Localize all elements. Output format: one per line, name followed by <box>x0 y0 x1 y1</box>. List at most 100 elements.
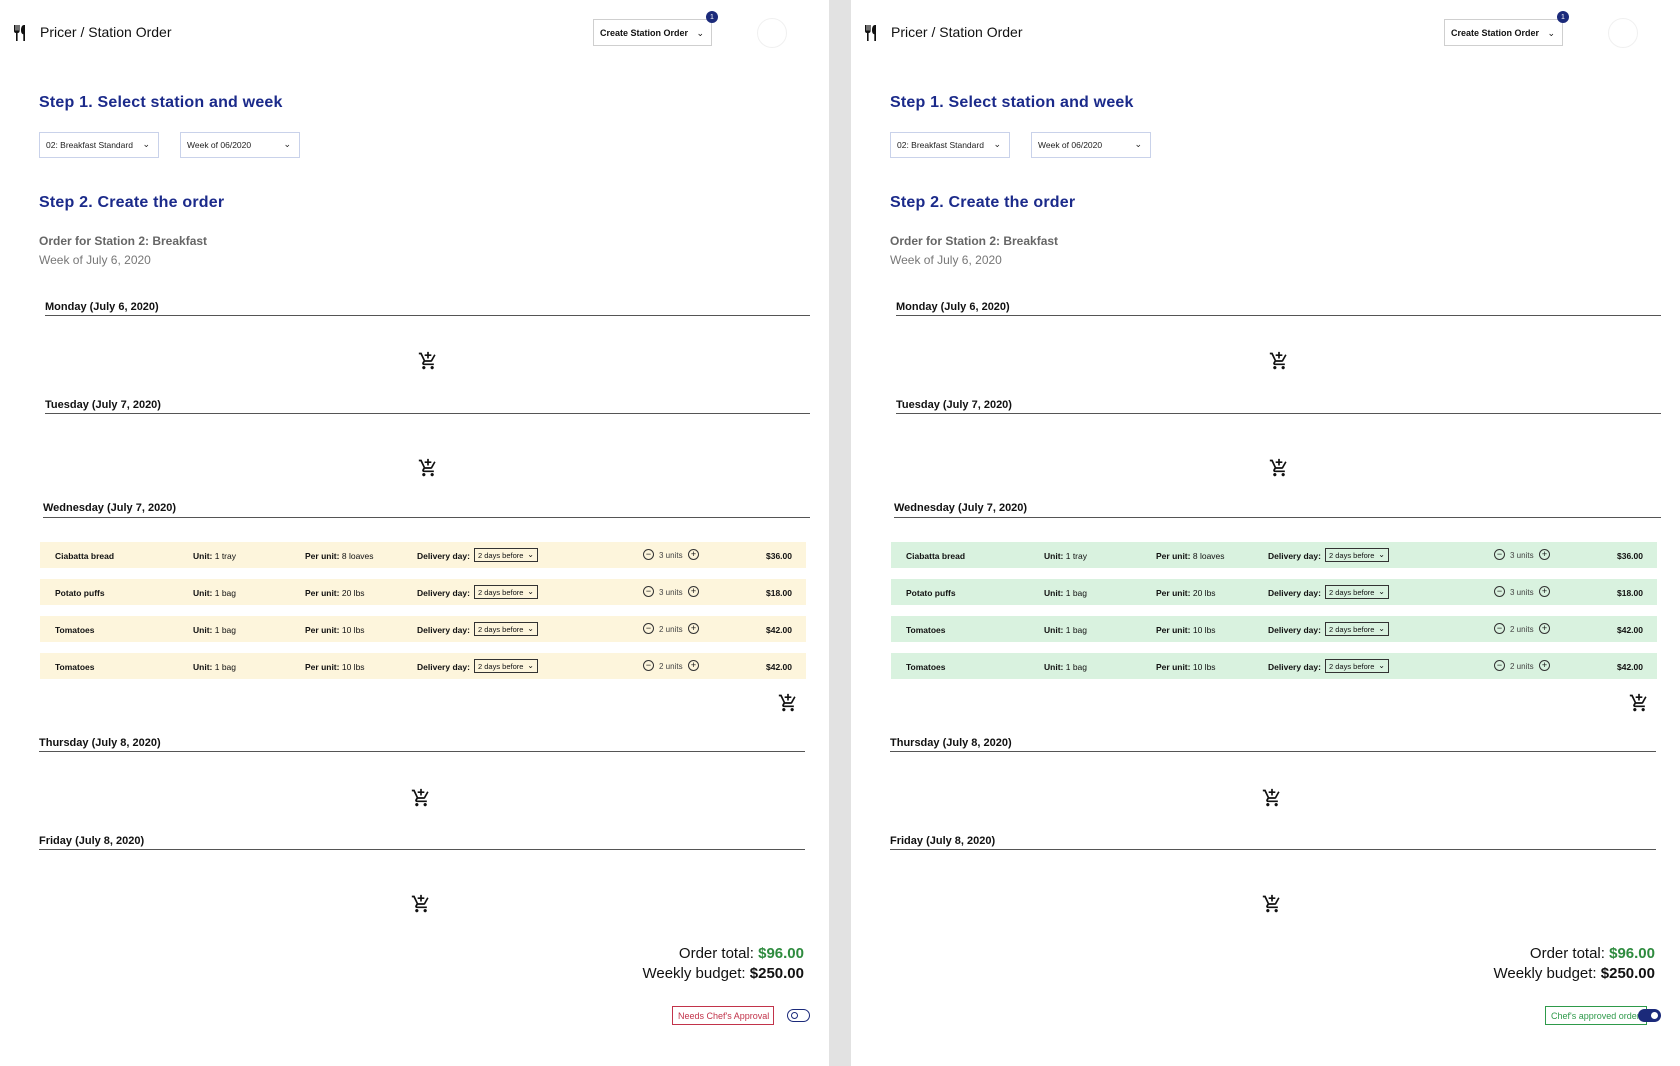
add-to-cart-friday[interactable] <box>1262 894 1282 914</box>
day-heading-wednesday: Wednesday (July 7, 2020) <box>43 502 177 514</box>
delivery-day-value: 2 days before <box>478 551 524 560</box>
per-unit-value: 10 lbs <box>1192 625 1216 635</box>
add-to-cart-wednesday[interactable] <box>778 693 798 713</box>
app-header: Pricer / Station Order Create Station Or… <box>12 11 812 48</box>
panel-approved: Pricer / Station Order Create Station Or… <box>851 0 1680 1066</box>
add-to-cart-thursday[interactable] <box>411 788 431 808</box>
item-unit: Unit: 1 bag <box>1044 662 1087 672</box>
add-to-cart-icon <box>411 894 429 913</box>
add-to-cart-tuesday[interactable] <box>418 458 438 478</box>
item-delivery-label: Delivery day: <box>417 551 470 561</box>
minus-circle-icon[interactable]: − <box>643 549 654 560</box>
delivery-day-select[interactable]: 2 days before ⌄ <box>474 585 538 599</box>
item-per-unit: Per unit: 10 lbs <box>1156 625 1216 635</box>
item-quantity: 2 units <box>1510 625 1534 634</box>
minus-circle-icon[interactable]: − <box>643 586 654 597</box>
station-select[interactable]: 02: Breakfast Standard ⌄ <box>890 132 1010 158</box>
minus-circle-icon[interactable]: − <box>643 623 654 634</box>
order-totals: Order total: $96.00 Weekly budget: $250.… <box>642 944 804 984</box>
plus-circle-icon[interactable]: + <box>688 623 699 634</box>
divider <box>894 517 1661 518</box>
add-to-cart-thursday[interactable] <box>1262 788 1282 808</box>
chevron-down-icon: ⌄ <box>142 139 150 149</box>
chevron-down-icon: ⌄ <box>527 624 534 633</box>
create-station-order-dropdown[interactable]: Create Station Order ⌄ <box>593 19 712 46</box>
divider <box>896 315 1661 316</box>
station-select[interactable]: 02: Breakfast Standard ⌄ <box>39 132 159 158</box>
minus-circle-icon[interactable]: − <box>1494 660 1505 671</box>
delivery-day-select[interactable]: 2 days before ⌄ <box>474 622 538 636</box>
chevron-down-icon: ⌄ <box>1134 139 1142 149</box>
avatar[interactable] <box>757 18 787 48</box>
add-to-cart-monday[interactable] <box>1269 351 1289 371</box>
add-to-cart-wednesday[interactable] <box>1629 693 1649 713</box>
plus-circle-icon[interactable]: + <box>1539 623 1550 634</box>
per-unit-value: 8 loaves <box>341 551 374 561</box>
chevron-down-icon: ⌄ <box>1378 587 1385 596</box>
item-delivery-label: Delivery day: <box>417 625 470 635</box>
add-to-cart-monday[interactable] <box>418 351 438 371</box>
approval-status-badge: Needs Chef's Approval <box>672 1006 774 1025</box>
toggle-knob <box>1651 1012 1658 1019</box>
plus-circle-icon[interactable]: + <box>688 660 699 671</box>
item-price: $42.00 <box>1617 625 1643 635</box>
create-station-order-label: Create Station Order <box>600 27 689 38</box>
day-heading-wednesday: Wednesday (July 7, 2020) <box>894 502 1028 514</box>
plus-circle-icon[interactable]: + <box>1539 549 1550 560</box>
item-delivery-label: Delivery day: <box>1268 662 1321 672</box>
item-price: $42.00 <box>766 662 792 672</box>
delivery-day-select[interactable]: 2 days before ⌄ <box>1325 585 1389 599</box>
plus-circle-icon[interactable]: + <box>1539 660 1550 671</box>
day-heading-tuesday: Tuesday (July 7, 2020) <box>45 399 161 411</box>
minus-circle-icon[interactable]: − <box>1494 549 1505 560</box>
order-total-value: $96.00 <box>758 945 804 962</box>
item-price: $18.00 <box>766 588 792 598</box>
chef-approval-toggle[interactable] <box>1638 1009 1661 1022</box>
add-to-cart-tuesday[interactable] <box>1269 458 1289 478</box>
day-heading-friday: Friday (July 8, 2020) <box>890 835 996 847</box>
weekly-budget-value: $250.00 <box>749 965 804 982</box>
item-unit: Unit: 1 tray <box>193 551 236 561</box>
delivery-day-select[interactable]: 2 days before ⌄ <box>1325 548 1389 562</box>
per-unit-value: 10 lbs <box>341 625 365 635</box>
order-item-row: Ciabatta bread Unit: 1 tray Per unit: 8 … <box>891 542 1657 568</box>
delivery-day-select[interactable]: 2 days before ⌄ <box>474 659 538 673</box>
panel-divider <box>829 0 851 1066</box>
minus-circle-icon[interactable]: − <box>1494 623 1505 634</box>
chevron-down-icon: ⌄ <box>1378 624 1385 633</box>
per-unit-label: Per unit: <box>305 588 340 598</box>
notification-badge[interactable]: 1 <box>706 11 718 23</box>
panel-pending: Pricer / Station Order Create Station Or… <box>0 0 829 1066</box>
per-unit-value: 20 lbs <box>1192 588 1216 598</box>
item-delivery-label: Delivery day: <box>417 662 470 672</box>
item-quantity: 2 units <box>659 662 683 671</box>
add-to-cart-friday[interactable] <box>411 894 431 914</box>
comparison-view: Pricer / Station Order Create Station Or… <box>0 0 1680 1066</box>
order-week: Week of July 6, 2020 <box>39 253 151 267</box>
week-select[interactable]: Week of 06/2020 ⌄ <box>180 132 300 158</box>
item-delivery-label: Delivery day: <box>1268 625 1321 635</box>
create-station-order-label: Create Station Order <box>1451 27 1540 38</box>
item-name: Ciabatta bread <box>55 551 115 561</box>
delivery-day-value: 2 days before <box>478 662 524 671</box>
weekly-budget-label: Weekly budget: <box>1493 965 1597 982</box>
delivery-day-select[interactable]: 2 days before ⌄ <box>1325 622 1389 636</box>
chef-approval-toggle[interactable] <box>787 1009 810 1022</box>
unit-label: Unit: <box>1044 588 1064 598</box>
per-unit-label: Per unit: <box>1156 588 1191 598</box>
delivery-day-select[interactable]: 2 days before ⌄ <box>1325 659 1389 673</box>
avatar[interactable] <box>1608 18 1638 48</box>
delivery-day-value: 2 days before <box>1329 588 1375 597</box>
plus-circle-icon[interactable]: + <box>688 549 699 560</box>
notification-badge[interactable]: 1 <box>1557 11 1569 23</box>
week-select[interactable]: Week of 06/2020 ⌄ <box>1031 132 1151 158</box>
plus-circle-icon[interactable]: + <box>1539 586 1550 597</box>
item-unit: Unit: 1 bag <box>1044 625 1087 635</box>
plus-circle-icon[interactable]: + <box>688 586 699 597</box>
minus-circle-icon[interactable]: − <box>643 660 654 671</box>
station-select-value: 02: Breakfast Standard <box>46 140 133 150</box>
minus-circle-icon[interactable]: − <box>1494 586 1505 597</box>
delivery-day-select[interactable]: 2 days before ⌄ <box>474 548 538 562</box>
item-quantity: 3 units <box>659 588 683 597</box>
create-station-order-dropdown[interactable]: Create Station Order ⌄ <box>1444 19 1563 46</box>
